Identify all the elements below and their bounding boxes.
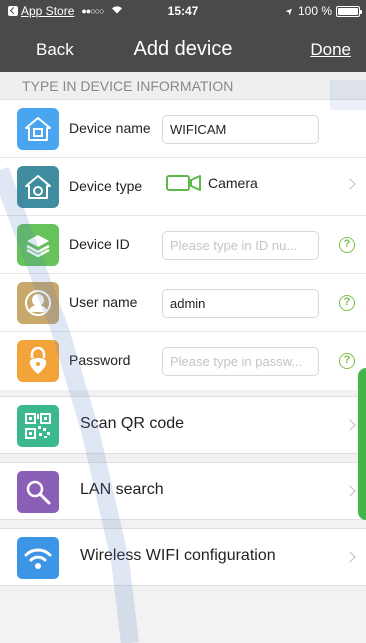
battery-icon <box>336 5 362 17</box>
chevron-right-icon <box>344 419 356 431</box>
user-name-help-icon[interactable]: ? <box>339 295 355 311</box>
chevron-right-icon <box>344 551 356 563</box>
password-label: Password <box>69 352 131 368</box>
device-type-row[interactable]: Device type Camera <box>0 158 366 216</box>
battery-percent: 100 % <box>297 4 332 18</box>
user-name-input[interactable] <box>162 289 319 318</box>
layers-icon <box>17 224 59 266</box>
home-icon <box>17 108 59 150</box>
device-type-value: Camera <box>166 174 258 192</box>
house-camera-icon <box>17 166 59 208</box>
user-icon <box>17 282 59 324</box>
user-name-label: User name <box>69 294 138 310</box>
wifi-icon <box>17 537 59 579</box>
qr-code-icon <box>17 405 59 447</box>
navigation-bar: Back Add device Done <box>0 24 366 72</box>
user-name-row: User name ? <box>0 274 366 332</box>
lan-search-button[interactable]: LAN search <box>0 462 366 520</box>
device-id-input[interactable] <box>162 231 319 260</box>
password-row: Password ? <box>0 332 366 390</box>
wireless-wifi-configuration-button[interactable]: Wireless WIFI configuration <box>0 528 366 586</box>
lan-search-label: LAN search <box>80 481 164 498</box>
status-right: ➤ 100 % <box>283 4 362 18</box>
status-bar: App Store ●●○○○ 15:47 ➤ 100 % <box>0 0 366 24</box>
camera-icon <box>166 174 202 192</box>
device-id-label: Device ID <box>69 236 130 252</box>
device-id-help-icon[interactable]: ? <box>339 237 355 253</box>
password-help-icon[interactable]: ? <box>339 353 355 369</box>
password-input[interactable] <box>162 347 319 376</box>
side-drawer-tab[interactable] <box>358 368 366 520</box>
scan-qr-code-label: Scan QR code <box>80 415 185 432</box>
lock-icon <box>17 340 59 382</box>
device-info-form: Device name Device type Camera Device ID… <box>0 100 366 390</box>
device-name-row: Device name <box>0 100 366 158</box>
device-type-text: Camera <box>208 175 258 191</box>
chevron-right-icon <box>344 485 356 497</box>
device-type-label: Device type <box>69 178 143 194</box>
device-name-label: Device name <box>69 120 151 136</box>
chevron-right-icon <box>344 178 356 190</box>
section-header: TYPE IN DEVICE INFORMATION <box>0 72 366 100</box>
device-name-input[interactable] <box>162 115 319 144</box>
scan-qr-code-button[interactable]: Scan QR code <box>0 396 366 454</box>
location-icon: ➤ <box>283 4 297 17</box>
search-icon <box>17 471 59 513</box>
wireless-wifi-configuration-label: Wireless WIFI configuration <box>80 547 276 564</box>
done-button[interactable]: Done <box>310 40 351 60</box>
device-id-row: Device ID ? <box>0 216 366 274</box>
